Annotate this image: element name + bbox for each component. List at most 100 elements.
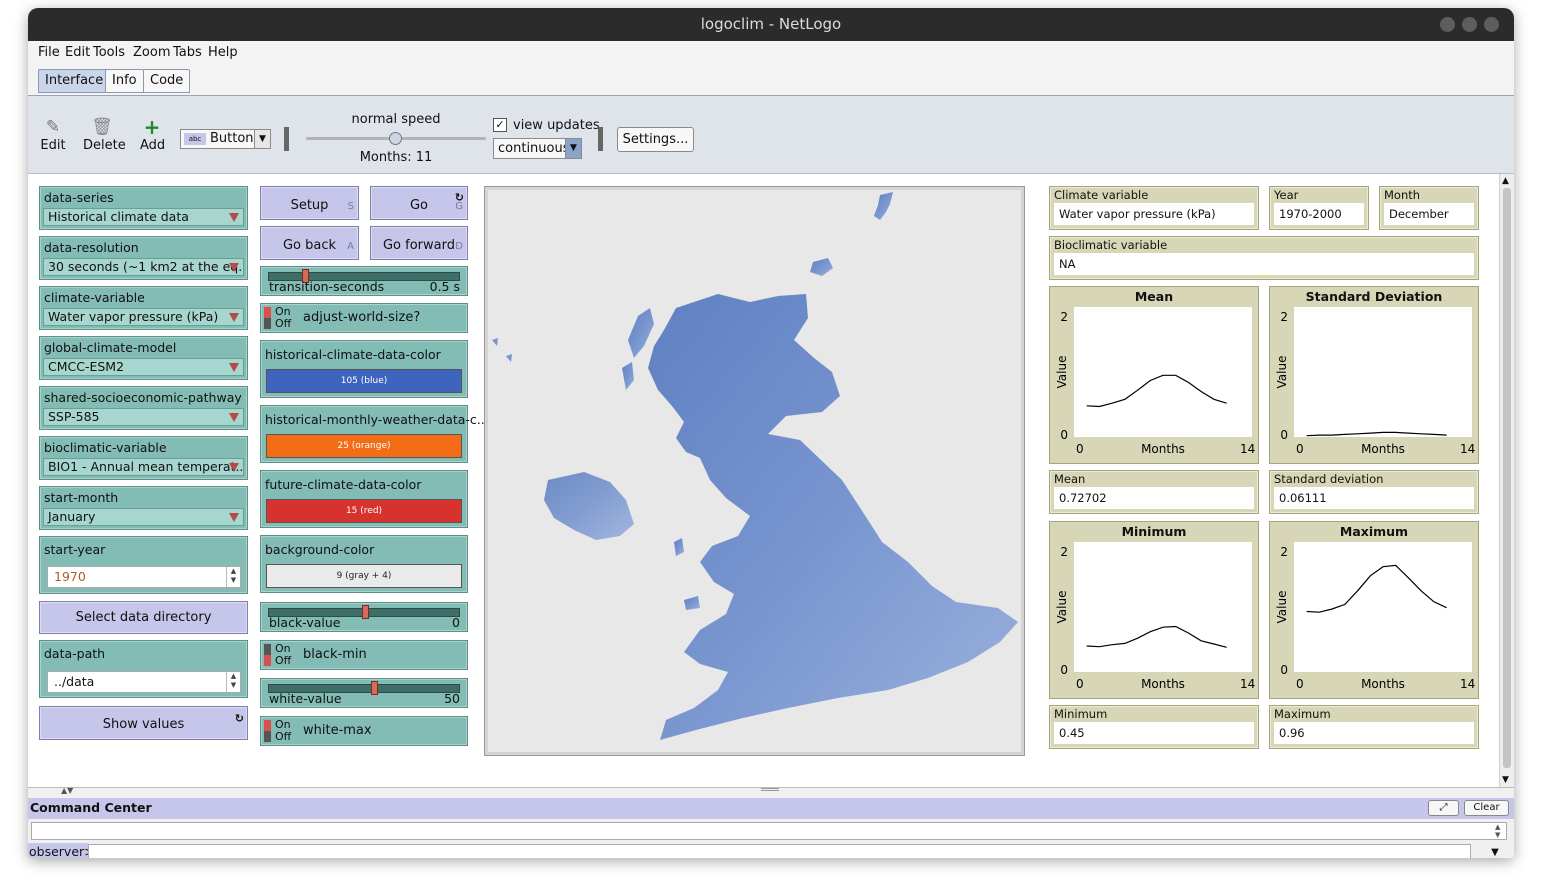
color-swatch[interactable]: 105 (blue) <box>266 369 462 393</box>
delete-label: Delete <box>83 138 126 153</box>
color-swatch[interactable]: 25 (orange) <box>266 434 462 458</box>
splitter-handle[interactable] <box>761 788 779 791</box>
switch-black-min[interactable]: On Off black-min <box>260 640 468 670</box>
world-view[interactable] <box>484 186 1025 756</box>
command-input[interactable] <box>88 844 1471 858</box>
menu-file[interactable]: File <box>38 45 60 60</box>
chooser-start-month[interactable]: start-month January <box>39 486 248 530</box>
interface-scrollbar[interactable]: ▲ ▼ <box>1499 174 1514 787</box>
scroll-thumb[interactable] <box>1503 188 1511 768</box>
chooser-bioclimatic-variable[interactable]: bioclimatic-variable BIO1 - Annual mean … <box>39 436 248 480</box>
edit-tool[interactable]: ✎ Edit <box>40 116 66 153</box>
menu-tools[interactable]: Tools <box>93 45 125 60</box>
show-values-button[interactable]: Show values ↻ <box>39 706 248 740</box>
update-mode-dropdown[interactable]: continuous ▼ <box>493 138 582 159</box>
scroll-down-icon[interactable]: ▼ <box>1502 775 1509 785</box>
slider-name: white-value <box>269 691 342 706</box>
menu-zoom[interactable]: Zoom <box>133 45 170 60</box>
switch-adjust-world-size[interactable]: On Off adjust-world-size? <box>260 303 468 333</box>
tab-code[interactable]: Code <box>143 69 191 93</box>
go-forward-button[interactable]: Go forward D <box>370 226 468 260</box>
switch-knob <box>264 720 271 731</box>
ticks-counter: Months: 11 <box>359 150 433 165</box>
map-anglesey <box>684 596 700 610</box>
close-button[interactable] <box>1484 17 1499 32</box>
spinner-arrows-icon[interactable]: ▲ ▼ <box>226 672 240 692</box>
menu-edit[interactable]: Edit <box>65 45 90 60</box>
scroll-up-icon[interactable]: ▲ <box>1502 176 1509 186</box>
monitor-label: Year <box>1274 188 1299 202</box>
chooser-shared-socioeconomic-pathway[interactable]: shared-socioeconomic-pathway SSP-585 <box>39 386 248 430</box>
switch-toggle[interactable] <box>264 644 271 666</box>
expand-icon[interactable]: ⤢ <box>1428 800 1459 816</box>
tab-interface[interactable]: Interface <box>38 69 111 93</box>
menu-tabs[interactable]: Tabs <box>173 45 202 60</box>
go-button[interactable]: Go G ↻ <box>370 186 468 220</box>
spinner-arrows-icon[interactable]: ▲ ▼ <box>226 567 240 587</box>
chooser-data-resolution[interactable]: data-resolution 30 seconds (~1 km2 at th… <box>39 236 248 280</box>
delete-tool[interactable]: 🗑 Delete <box>83 116 126 153</box>
monitor-value: 0.72702 <box>1054 487 1254 509</box>
y-tick-label: 2 <box>1060 310 1068 324</box>
plot-mean: Mean 2 0 0 14 Months Value <box>1049 286 1259 464</box>
slider-name: transition-seconds <box>269 279 385 294</box>
plot-canvas: 2 00 14 Months Value <box>1275 542 1475 691</box>
speed-label: normal speed <box>351 112 441 127</box>
data-path-field[interactable]: ../data ▲ ▼ <box>47 671 241 693</box>
view-updates-checkbox[interactable]: ✓ <box>493 118 507 132</box>
chooser-label: start-month <box>44 490 119 505</box>
x-tick-label: 14 <box>1240 442 1255 456</box>
speed-slider-knob[interactable] <box>389 132 402 145</box>
slider-transition-seconds[interactable]: transition-seconds 0.5 s <box>260 266 468 296</box>
command-output-area <box>31 822 1507 840</box>
show-values-label: Show values <box>102 717 185 732</box>
plot-minimum: Minimum 2 0 0 14 Months Value <box>1049 521 1259 699</box>
monitor-bioclimatic-variable: Bioclimatic variable NA <box>1049 236 1479 280</box>
chooser-value-text: Historical climate data <box>48 209 189 224</box>
x-tick-label: 14 <box>1240 677 1255 691</box>
select-data-directory-button[interactable]: Select data directory <box>39 601 248 634</box>
slider-value: 50 <box>444 691 460 706</box>
monitor-value: 0.06111 <box>1274 487 1474 509</box>
x-tick-label: 14 <box>1460 677 1475 691</box>
tab-info[interactable]: Info <box>105 69 144 93</box>
chooser-global-climate-model[interactable]: global-climate-model CMCC-ESM2 <box>39 336 248 380</box>
output-scroll-icon[interactable]: ▲ ▼ <box>1495 823 1500 839</box>
widget-type-dropdown[interactable]: abc Button ▼ <box>180 129 271 149</box>
monitor-value: Water vapor pressure (kPa) <box>1054 203 1254 225</box>
maximize-button[interactable] <box>1462 17 1477 32</box>
slider-knob[interactable] <box>370 681 378 695</box>
slider-white-value[interactable]: white-value 50 <box>260 678 468 708</box>
clear-button[interactable]: Clear <box>1464 800 1509 816</box>
color-swatch[interactable]: 15 (red) <box>266 499 462 523</box>
chooser-value: Water vapor pressure (kPa) <box>43 308 244 326</box>
switch-label: white-max <box>303 723 372 738</box>
netlogo-window: logoclim - NetLogo File Edit Tools Zoom … <box>28 8 1514 858</box>
setup-button[interactable]: Setup S <box>260 186 359 220</box>
splitter-arrows-icon[interactable]: ▲▼ <box>61 786 73 795</box>
monitor-value: December <box>1384 203 1474 225</box>
switch-toggle[interactable] <box>264 720 271 742</box>
chooser-climate-variable[interactable]: climate-variable Water vapor pressure (k… <box>39 286 248 330</box>
add-tool[interactable]: + Add <box>140 116 165 153</box>
start-year-field[interactable]: 1970 ▲ ▼ <box>47 566 241 588</box>
x-tick-label: 0 <box>1076 442 1084 456</box>
slider-knob[interactable] <box>361 605 369 619</box>
slider-black-value[interactable]: black-value 0 <box>260 602 468 632</box>
go-back-button[interactable]: Go back A <box>260 226 359 260</box>
color-swatch[interactable]: 9 (gray + 4) <box>266 564 462 588</box>
observer-selector[interactable]: observer> <box>28 843 95 858</box>
chooser-data-series[interactable]: data-series Historical climate data <box>39 186 248 230</box>
minimize-button[interactable] <box>1440 17 1455 32</box>
plot-canvas: 2 00 14 Months Value <box>1055 542 1255 691</box>
history-dropdown-icon[interactable]: ▼ <box>1478 844 1512 858</box>
menu-help[interactable]: Help <box>208 45 238 60</box>
dropdown-arrow-icon <box>229 363 239 372</box>
switch-white-max[interactable]: On Off white-max <box>260 716 468 746</box>
settings-button[interactable]: Settings... <box>617 127 694 152</box>
chooser-value: BIO1 - Annual mean temperat... <box>43 458 244 476</box>
switch-toggle[interactable] <box>264 307 271 329</box>
forever-loop-icon: ↻ <box>234 712 244 725</box>
chevron-down-icon: ▼ <box>254 130 270 148</box>
edit-label: Edit <box>40 138 66 153</box>
